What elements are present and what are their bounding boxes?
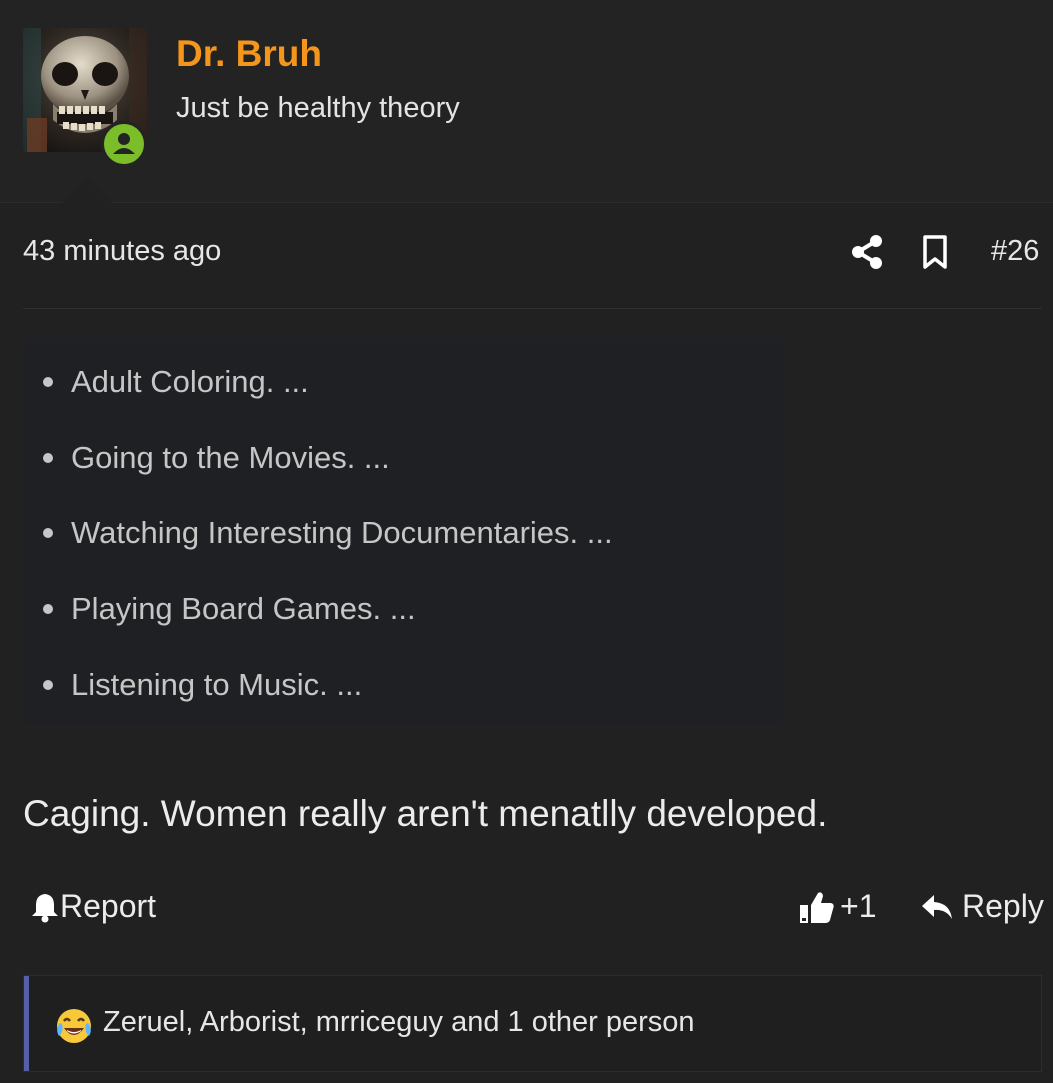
list-item: Adult Coloring. ... <box>43 362 309 402</box>
reply-label: Reply <box>962 888 1044 924</box>
reaction-users[interactable]: Zeruel, Arborist, mrriceguy and 1 other … <box>103 1006 695 1039</box>
bookmark-icon[interactable] <box>921 234 949 270</box>
thumbs-up-icon <box>800 891 834 923</box>
bullet-icon <box>43 528 53 538</box>
list-item: Going to the Movies. ... <box>43 438 390 478</box>
list-item: Playing Board Games. ... <box>43 589 416 629</box>
post-author-header: Dr. Bruh Just be healthy theory <box>0 0 1053 203</box>
bullet-icon <box>43 377 53 387</box>
bullet-icon <box>43 680 53 690</box>
reactions-bar: Zeruel, Arborist, mrriceguy and 1 other … <box>23 975 1042 1072</box>
bell-icon <box>32 893 58 922</box>
post-body: Caging. Women really aren't menatlly dev… <box>23 793 828 834</box>
crying-laughing-emoji-icon[interactable] <box>54 1006 94 1046</box>
reply-arrow-icon <box>922 894 952 919</box>
list-item: Watching Interesting Documentaries. ... <box>43 513 613 553</box>
list-item: Listening to Music. ... <box>43 665 363 705</box>
list-item-text: Adult Coloring. ... <box>71 364 309 399</box>
author-tagline: Just be healthy theory <box>176 92 460 124</box>
list-item-text: Listening to Music. ... <box>71 667 363 702</box>
reactions-accent <box>24 976 29 1071</box>
quote-block: Adult Coloring. ... Going to the Movies.… <box>23 338 783 723</box>
list-item-text: Playing Board Games. ... <box>71 591 416 626</box>
list-item-text: Going to the Movies. ... <box>71 440 390 475</box>
list-item-text: Watching Interesting Documentaries. ... <box>71 515 613 550</box>
report-label: Report <box>60 888 157 924</box>
like-count: +1 <box>840 888 877 924</box>
header-pointer <box>62 178 112 203</box>
meta-divider <box>23 308 1042 309</box>
like-button[interactable]: +1 <box>798 888 876 925</box>
post-timestamp[interactable]: 43 minutes ago <box>23 235 221 268</box>
author-name[interactable]: Dr. Bruh <box>176 33 322 75</box>
post-meta-row: 43 minutes ago #26 <box>0 218 1053 290</box>
bullet-icon <box>43 453 53 463</box>
report-button[interactable]: Report <box>30 888 156 925</box>
reply-button[interactable]: Reply <box>920 888 1044 925</box>
post-number-link[interactable]: #26 <box>991 235 1039 268</box>
bullet-icon <box>43 604 53 614</box>
share-icon[interactable] <box>850 234 884 270</box>
online-status-icon <box>101 121 147 167</box>
